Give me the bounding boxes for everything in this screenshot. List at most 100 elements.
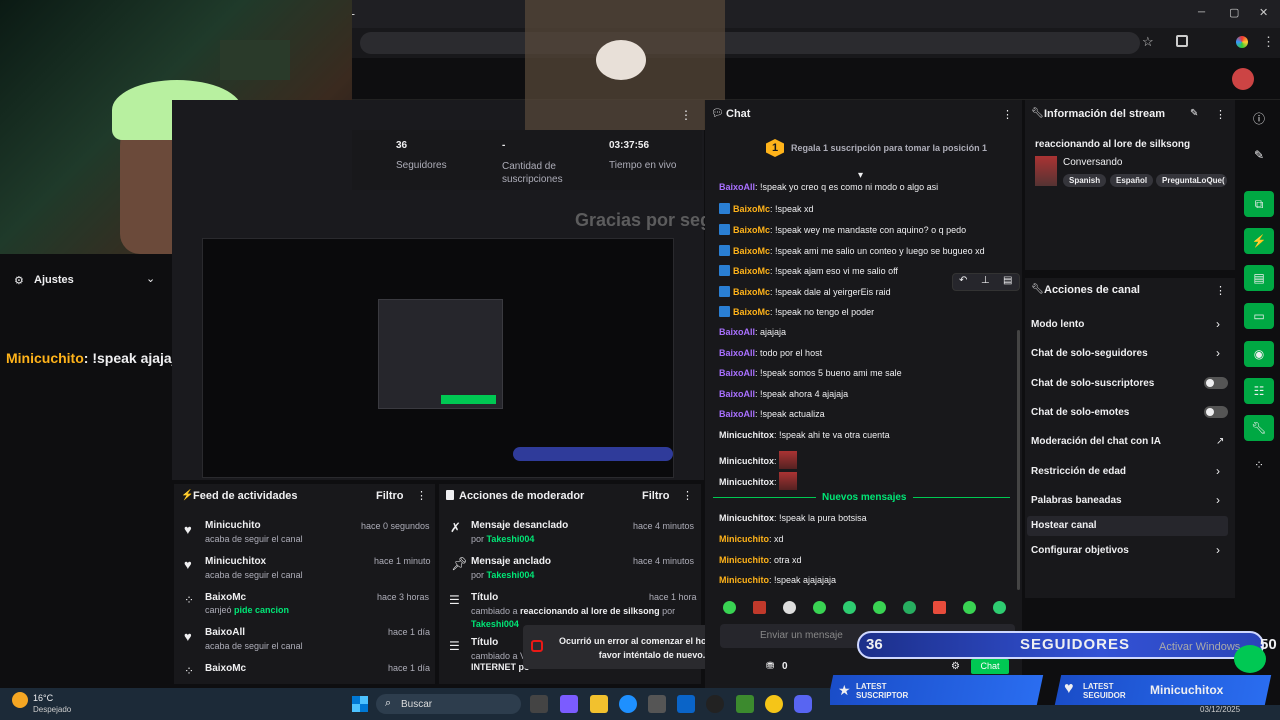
menu-emotes-only[interactable]: Chat de solo-emotes <box>1031 407 1129 418</box>
obs-icon[interactable] <box>706 695 724 713</box>
pin-icon[interactable]: ⊥ <box>981 275 990 286</box>
emote[interactable] <box>873 601 886 614</box>
emote[interactable] <box>783 601 796 614</box>
list-icon[interactable]: ▤ <box>1244 265 1274 291</box>
chat-send-button[interactable]: Chat <box>971 659 1009 674</box>
stream-category[interactable]: Conversando <box>1063 157 1122 168</box>
edge-icon[interactable] <box>619 695 637 713</box>
chevron-right-icon[interactable]: › <box>1216 543 1220 557</box>
feed-item-name[interactable]: Minicuchito <box>205 520 261 531</box>
windows-start-icon[interactable] <box>352 696 368 712</box>
preview-menu-icon[interactable]: ⋮ <box>680 108 692 122</box>
activity-menu-icon[interactable]: ⋮ <box>416 489 427 502</box>
chat-username[interactable]: Minicuchitox <box>719 513 774 523</box>
chat-username[interactable]: BaixoMc <box>733 246 770 256</box>
tag[interactable]: Español <box>1110 174 1154 187</box>
mod-item-user[interactable]: Takeshi004 <box>487 570 535 580</box>
emote[interactable] <box>843 601 856 614</box>
chat-username[interactable]: BaixoAll <box>719 327 755 337</box>
chat-scrollbar[interactable] <box>1017 330 1020 590</box>
collapse-icon[interactable]: ▾ <box>858 170 863 181</box>
chat-username[interactable]: BaixoMc <box>733 204 770 214</box>
mod-item-user[interactable]: Takeshi004 <box>487 534 535 544</box>
emote[interactable] <box>723 601 736 614</box>
menu-configure-goals[interactable]: Configurar objetivos <box>1031 545 1129 556</box>
chat-username[interactable]: Minicuchito <box>719 534 769 544</box>
gift-leaderboard-text[interactable]: Regala 1 suscripción para tomar la posic… <box>791 143 987 153</box>
copilot-icon[interactable] <box>560 695 578 713</box>
channel-actions-menu-icon[interactable]: ⋮ <box>1215 284 1226 297</box>
chat-username[interactable]: BaixoAll <box>719 368 755 378</box>
chat-icon[interactable]: ▭ <box>1244 303 1274 329</box>
chat-username[interactable]: BaixoMc <box>733 266 770 276</box>
avatar[interactable] <box>1232 68 1254 90</box>
external-link-icon[interactable]: ↗ <box>1216 436 1224 447</box>
chat-username[interactable]: Minicuchitox <box>719 477 774 487</box>
reply-icon[interactable]: ↶ <box>959 275 967 286</box>
store-icon[interactable] <box>648 695 666 713</box>
extensions-icon[interactable] <box>1176 35 1188 47</box>
wrench-icon[interactable]: 🔧︎ <box>1244 415 1274 441</box>
weather-icon[interactable] <box>12 692 28 708</box>
chat-username[interactable]: BaixoAll <box>719 182 755 192</box>
trash-icon[interactable]: ▤ <box>1003 275 1012 286</box>
chat-username[interactable]: BaixoAll <box>719 348 755 358</box>
chat-image-emote[interactable] <box>779 451 798 469</box>
chat-username[interactable]: BaixoMc <box>733 225 770 235</box>
emote[interactable] <box>903 601 916 614</box>
maximize-button[interactable]: ▢ <box>1229 6 1239 19</box>
emote[interactable] <box>933 601 946 614</box>
info-icon[interactable]: ⓘ <box>1244 105 1274 131</box>
activity-filter-button[interactable]: Filtro <box>376 490 404 502</box>
chat-username[interactable]: BaixoMc <box>733 307 770 317</box>
discord-icon[interactable] <box>794 695 812 713</box>
clip-icon[interactable]: ⧉ <box>1244 191 1274 217</box>
emote[interactable] <box>993 601 1006 614</box>
chat-username[interactable]: Minicuchito <box>719 555 769 565</box>
chat-username[interactable]: Minicuchitox <box>719 430 774 440</box>
layout-icon[interactable]: ☷ <box>1244 378 1274 404</box>
menu-followers-only[interactable]: Chat de solo-seguidores <box>1031 348 1148 359</box>
fab-button[interactable] <box>1234 645 1266 673</box>
chat-username[interactable]: Minicuchito <box>719 575 769 585</box>
close-button[interactable]: ✕ <box>1259 6 1268 19</box>
taskbar-search[interactable] <box>376 694 521 714</box>
feed-item-name[interactable]: BaixoAll <box>205 627 245 638</box>
chevron-right-icon[interactable]: › <box>1216 493 1220 507</box>
minimize-button[interactable]: ─ <box>1198 7 1205 18</box>
edit-icon[interactable]: ✎ <box>1190 108 1198 119</box>
menu-slow-mode[interactable]: Modo lento <box>1031 319 1084 330</box>
feed-item-name[interactable]: BaixoMc <box>205 592 246 603</box>
address-bar[interactable] <box>360 32 1140 54</box>
chat-menu-icon[interactable]: ⋮ <box>1002 108 1013 121</box>
chevron-down-icon[interactable]: ⌄ <box>146 272 155 285</box>
chat-username[interactable]: Minicuchitox <box>719 456 774 466</box>
broadcast-icon[interactable]: ◉ <box>1244 341 1274 367</box>
mod-filter-button[interactable]: Filtro <box>642 490 670 502</box>
chat-image-emote[interactable] <box>779 472 798 490</box>
minecraft-icon[interactable] <box>736 695 754 713</box>
mod-menu-icon[interactable]: ⋮ <box>682 489 693 502</box>
tag[interactable]: Spanish <box>1063 174 1107 187</box>
emotes-only-toggle[interactable] <box>1204 406 1228 418</box>
emote[interactable] <box>813 601 826 614</box>
menu-banned-words[interactable]: Palabras baneadas <box>1031 495 1122 506</box>
pencil-icon[interactable]: ✎ <box>1244 142 1274 168</box>
chevron-right-icon[interactable]: › <box>1216 464 1220 478</box>
tag[interactable]: PreguntaLoQue( <box>1156 174 1227 187</box>
emote[interactable] <box>753 601 766 614</box>
chat-username[interactable]: BaixoMc <box>733 287 770 297</box>
bolt-icon[interactable]: ⚡ <box>1244 228 1274 254</box>
ajustes-label[interactable]: Ajustes <box>34 274 74 286</box>
feed-item-name[interactable]: BaixoMc <box>205 663 246 674</box>
chat-username[interactable]: BaixoAll <box>719 389 755 399</box>
feed-item-name[interactable]: Minicuchitox <box>205 556 266 567</box>
menu-host-channel[interactable]: Hostear canal <box>1031 520 1097 531</box>
chat-username[interactable]: BaixoAll <box>719 409 755 419</box>
gear-icon[interactable]: ⚙ <box>951 661 960 672</box>
subscribers-only-toggle[interactable] <box>1204 377 1228 389</box>
menu-ai-moderation[interactable]: Moderación del chat con IA <box>1031 436 1161 447</box>
mod-item-user[interactable]: Takeshi004 <box>471 619 519 629</box>
profile-icon[interactable] <box>1236 36 1248 48</box>
file-explorer-icon[interactable] <box>590 695 608 713</box>
